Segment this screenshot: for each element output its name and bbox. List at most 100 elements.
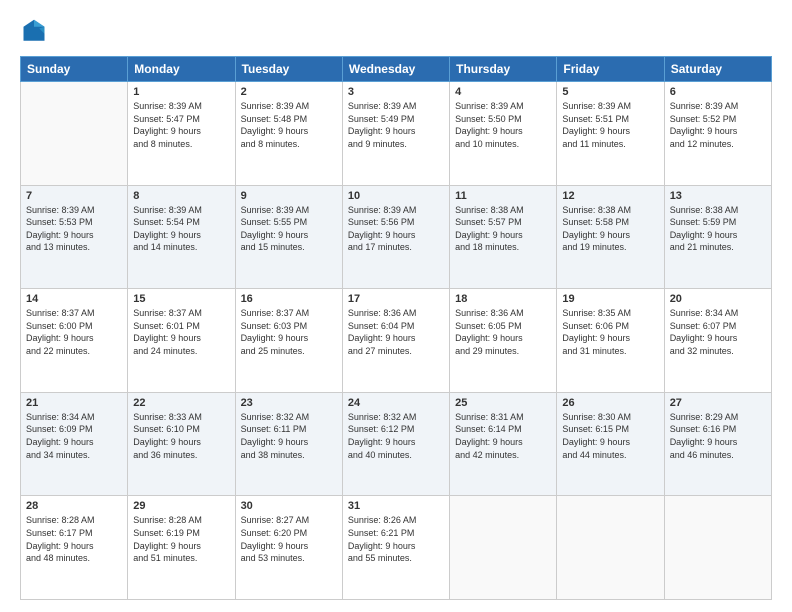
day-info: Sunrise: 8:33 AMSunset: 6:10 PMDaylight:… [133,411,229,461]
day-info: Sunrise: 8:39 AMSunset: 5:54 PMDaylight:… [133,204,229,254]
calendar-day-cell: 25 Sunrise: 8:31 AMSunset: 6:14 PMDayligh… [450,392,557,496]
calendar-day-cell: 22 Sunrise: 8:33 AMSunset: 6:10 PMDayligh… [128,392,235,496]
calendar-day-cell: 31 Sunrise: 8:26 AMSunset: 6:21 PMDayligh… [342,496,449,600]
day-number: 6 [670,86,766,98]
calendar-day-cell: 4 Sunrise: 8:39 AMSunset: 5:50 PMDaylight… [450,82,557,186]
day-number: 14 [26,293,122,305]
calendar-day-cell: 11 Sunrise: 8:38 AMSunset: 5:57 PMDayligh… [450,185,557,289]
day-info: Sunrise: 8:39 AMSunset: 5:53 PMDaylight:… [26,204,122,254]
calendar-week-row: 21 Sunrise: 8:34 AMSunset: 6:09 PMDayligh… [21,392,772,496]
calendar-day-cell: 27 Sunrise: 8:29 AMSunset: 6:16 PMDayligh… [664,392,771,496]
calendar-day-cell: 1 Sunrise: 8:39 AMSunset: 5:47 PMDaylight… [128,82,235,186]
calendar-day-cell: 24Sunrise: 8:32 AMSunset: 6:12 PMDayligh… [342,392,449,496]
calendar-day-cell [557,496,664,600]
calendar-day-cell: 17 Sunrise: 8:36 AMSunset: 6:04 PMDayligh… [342,289,449,393]
day-number: 1 [133,86,229,98]
day-info: Sunrise: 8:28 AMSunset: 6:19 PMDaylight:… [133,514,229,564]
calendar-day-cell: 28Sunrise: 8:28 AMSunset: 6:17 PMDayligh… [21,496,128,600]
day-number: 29 [133,500,229,512]
calendar-header-row: SundayMondayTuesdayWednesdayThursdayFrid… [21,57,772,82]
calendar-day-cell: 2 Sunrise: 8:39 AMSunset: 5:48 PMDaylight… [235,82,342,186]
day-info: Sunrise: 8:38 AMSunset: 5:57 PMDaylight:… [455,204,551,254]
day-number: 16 [241,293,337,305]
calendar-header-thursday: Thursday [450,57,557,82]
day-info: Sunrise: 8:39 AMSunset: 5:48 PMDaylight:… [241,100,337,150]
day-number: 26 [562,397,658,409]
day-info: Sunrise: 8:36 AMSunset: 6:04 PMDaylight:… [348,307,444,357]
day-number: 15 [133,293,229,305]
calendar-day-cell: 9Sunrise: 8:39 AMSunset: 5:55 PMDaylight… [235,185,342,289]
day-number: 9 [241,190,337,202]
calendar-table: SundayMondayTuesdayWednesdayThursdayFrid… [20,56,772,600]
calendar-header-saturday: Saturday [664,57,771,82]
calendar-day-cell: 16 Sunrise: 8:37 AMSunset: 6:03 PMDayligh… [235,289,342,393]
day-info: Sunrise: 8:28 AMSunset: 6:17 PMDaylight:… [26,514,122,564]
day-info: Sunrise: 8:37 AMSunset: 6:03 PMDaylight:… [241,307,337,357]
day-number: 3 [348,86,444,98]
day-info: Sunrise: 8:39 AMSunset: 5:56 PMDaylight:… [348,204,444,254]
calendar-day-cell: 15 Sunrise: 8:37 AMSunset: 6:01 PMDayligh… [128,289,235,393]
calendar-day-cell [21,82,128,186]
day-info: Sunrise: 8:30 AMSunset: 6:15 PMDaylight:… [562,411,658,461]
day-info: Sunrise: 8:39 AMSunset: 5:52 PMDaylight:… [670,100,766,150]
day-info: Sunrise: 8:37 AMSunset: 6:01 PMDaylight:… [133,307,229,357]
page: SundayMondayTuesdayWednesdayThursdayFrid… [0,0,792,612]
calendar-day-cell: 19 Sunrise: 8:35 AMSunset: 6:06 PMDayligh… [557,289,664,393]
day-info: Sunrise: 8:31 AMSunset: 6:14 PMDaylight:… [455,411,551,461]
day-info: Sunrise: 8:39 AMSunset: 5:47 PMDaylight:… [133,100,229,150]
calendar-day-cell: 14 Sunrise: 8:37 AMSunset: 6:00 PMDayligh… [21,289,128,393]
day-number: 27 [670,397,766,409]
calendar-header-monday: Monday [128,57,235,82]
day-number: 5 [562,86,658,98]
day-info: Sunrise: 8:34 AMSunset: 6:07 PMDaylight:… [670,307,766,357]
calendar-week-row: 14 Sunrise: 8:37 AMSunset: 6:00 PMDayligh… [21,289,772,393]
day-info: Sunrise: 8:29 AMSunset: 6:16 PMDaylight:… [670,411,766,461]
day-info: Sunrise: 8:26 AMSunset: 6:21 PMDaylight:… [348,514,444,564]
day-info: Sunrise: 8:34 AMSunset: 6:09 PMDaylight:… [26,411,122,461]
calendar-day-cell [450,496,557,600]
logo [20,18,52,46]
calendar-header-friday: Friday [557,57,664,82]
day-number: 25 [455,397,551,409]
calendar-day-cell [664,496,771,600]
calendar-day-cell: 21 Sunrise: 8:34 AMSunset: 6:09 PMDayligh… [21,392,128,496]
calendar-day-cell: 10Sunrise: 8:39 AMSunset: 5:56 PMDayligh… [342,185,449,289]
day-info: Sunrise: 8:32 AMSunset: 6:12 PMDaylight:… [348,411,444,461]
calendar-header-wednesday: Wednesday [342,57,449,82]
day-number: 7 [26,190,122,202]
day-info: Sunrise: 8:36 AMSunset: 6:05 PMDaylight:… [455,307,551,357]
day-info: Sunrise: 8:37 AMSunset: 6:00 PMDaylight:… [26,307,122,357]
day-number: 22 [133,397,229,409]
day-number: 12 [562,190,658,202]
calendar-week-row: 28Sunrise: 8:28 AMSunset: 6:17 PMDayligh… [21,496,772,600]
day-number: 4 [455,86,551,98]
day-number: 31 [348,500,444,512]
calendar-week-row: 7 Sunrise: 8:39 AMSunset: 5:53 PMDaylight… [21,185,772,289]
calendar-day-cell: 8 Sunrise: 8:39 AMSunset: 5:54 PMDaylight… [128,185,235,289]
calendar-week-row: 1 Sunrise: 8:39 AMSunset: 5:47 PMDaylight… [21,82,772,186]
day-info: Sunrise: 8:35 AMSunset: 6:06 PMDaylight:… [562,307,658,357]
calendar-day-cell: 23Sunrise: 8:32 AMSunset: 6:11 PMDayligh… [235,392,342,496]
day-number: 2 [241,86,337,98]
calendar-day-cell: 30 Sunrise: 8:27 AMSunset: 6:20 PMDayligh… [235,496,342,600]
day-number: 30 [241,500,337,512]
day-number: 19 [562,293,658,305]
day-info: Sunrise: 8:38 AMSunset: 5:58 PMDaylight:… [562,204,658,254]
header [20,18,772,46]
day-number: 17 [348,293,444,305]
calendar-day-cell: 3Sunrise: 8:39 AMSunset: 5:49 PMDaylight… [342,82,449,186]
calendar-header-sunday: Sunday [21,57,128,82]
day-info: Sunrise: 8:39 AMSunset: 5:50 PMDaylight:… [455,100,551,150]
day-number: 11 [455,190,551,202]
calendar-day-cell: 6 Sunrise: 8:39 AMSunset: 5:52 PMDaylight… [664,82,771,186]
day-info: Sunrise: 8:39 AMSunset: 5:51 PMDaylight:… [562,100,658,150]
day-number: 20 [670,293,766,305]
day-number: 8 [133,190,229,202]
calendar-day-cell: 26 Sunrise: 8:30 AMSunset: 6:15 PMDayligh… [557,392,664,496]
day-info: Sunrise: 8:32 AMSunset: 6:11 PMDaylight:… [241,411,337,461]
day-info: Sunrise: 8:27 AMSunset: 6:20 PMDaylight:… [241,514,337,564]
calendar-day-cell: 12 Sunrise: 8:38 AMSunset: 5:58 PMDayligh… [557,185,664,289]
logo-icon [20,18,48,46]
calendar-day-cell: 20 Sunrise: 8:34 AMSunset: 6:07 PMDayligh… [664,289,771,393]
day-number: 21 [26,397,122,409]
